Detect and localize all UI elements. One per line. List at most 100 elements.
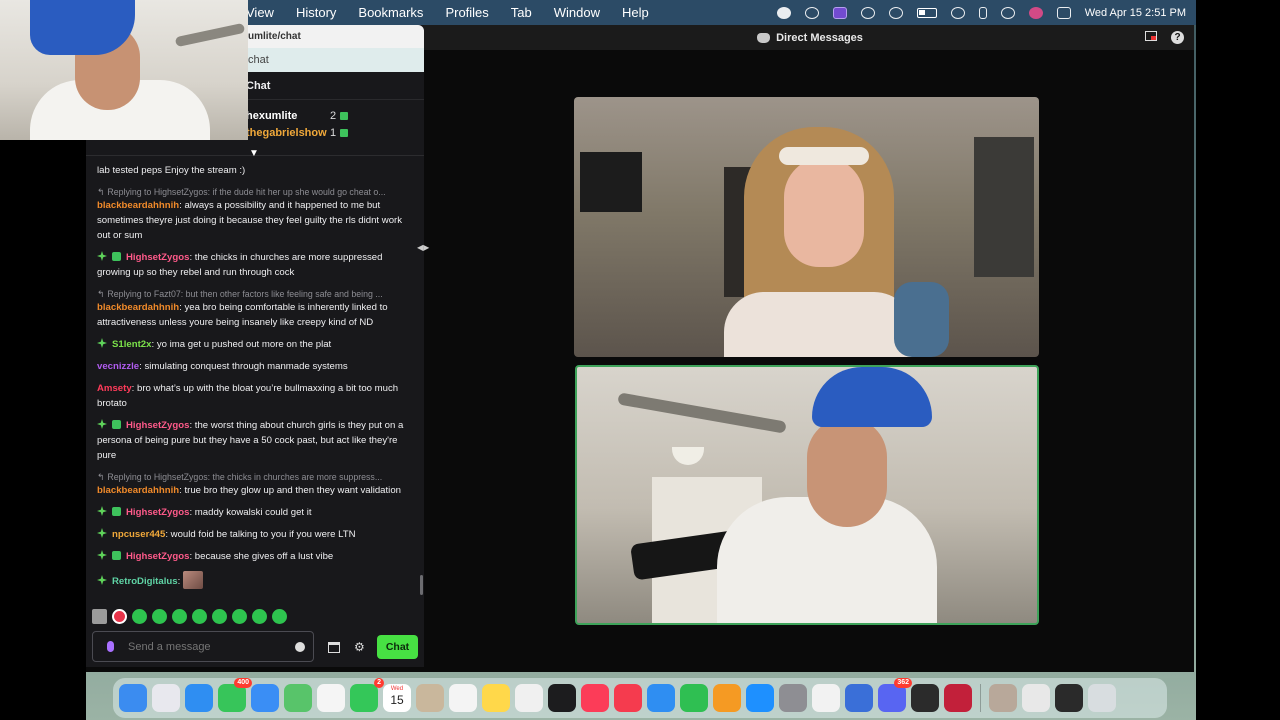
- chat-username[interactable]: HighsetZygos: [126, 507, 189, 518]
- keynote-icon[interactable]: [647, 684, 675, 712]
- chat-username[interactable]: HighsetZygos: [126, 252, 189, 263]
- help-icon[interactable]: ?: [1171, 31, 1184, 44]
- chat-username[interactable]: blackbeardahhnih: [97, 302, 179, 313]
- menu-profiles[interactable]: Profiles: [445, 5, 488, 20]
- chat-username[interactable]: HighsetZygos: [126, 420, 189, 431]
- chat-username[interactable]: blackbeardahhnih: [97, 485, 179, 496]
- freeform-icon[interactable]: [515, 684, 543, 712]
- obs-icon[interactable]: [911, 684, 939, 712]
- folder-thumb-3[interactable]: [1055, 684, 1083, 712]
- status-app-icon[interactable]: [804, 6, 819, 19]
- emoji-icon[interactable]: [295, 641, 305, 652]
- chat-message[interactable]: ↰ Replying to HighsetZygos: the chicks in…: [97, 470, 412, 498]
- chat-message[interactable]: lab tested peps Enjoy the stream :): [97, 163, 412, 178]
- leaderboard-row[interactable]: hexumlite 2: [246, 107, 349, 124]
- chat-scrollbar[interactable]: [420, 575, 423, 595]
- battery-icon[interactable]: [916, 7, 937, 18]
- chat-message[interactable]: vecnizzle: simulating conquest through m…: [97, 359, 412, 374]
- emote-record-icon[interactable]: [112, 609, 127, 624]
- resize-handle-icon[interactable]: ◀▶: [417, 243, 429, 252]
- pages-icon[interactable]: [713, 684, 741, 712]
- messages-icon[interactable]: 400: [218, 678, 252, 712]
- chat-username[interactable]: npcuser445: [112, 529, 165, 540]
- emote-1-icon[interactable]: [132, 609, 147, 624]
- sparkle-badge-icon[interactable]: [97, 575, 107, 585]
- record-icon[interactable]: [776, 6, 791, 19]
- simulator-icon[interactable]: [845, 684, 873, 712]
- chat-message[interactable]: HighsetZygos: the worst thing about chur…: [97, 418, 412, 463]
- folder-thumb-2[interactable]: [1022, 684, 1050, 712]
- sparkle-badge-icon[interactable]: [97, 506, 107, 516]
- emote-2-icon[interactable]: [152, 609, 167, 624]
- emote-6-icon[interactable]: [232, 609, 247, 624]
- chat-input[interactable]: [128, 640, 295, 653]
- trash-icon[interactable]: [1088, 684, 1116, 712]
- image-emote[interactable]: [182, 571, 203, 589]
- tv-icon[interactable]: [548, 684, 576, 712]
- settings-icon[interactable]: [779, 684, 807, 712]
- maps-icon[interactable]: [284, 684, 312, 712]
- chat-username[interactable]: S1lent2x: [112, 339, 151, 350]
- launchpad-icon[interactable]: [152, 684, 180, 712]
- reminders-icon[interactable]: [449, 684, 477, 712]
- emote-4-icon[interactable]: [192, 609, 207, 624]
- menu-view[interactable]: View: [246, 5, 274, 20]
- siri-icon[interactable]: [1028, 6, 1043, 19]
- popout-icon[interactable]: [1145, 31, 1157, 41]
- chat-message[interactable]: S1lent2x: yo ima get u pushed out more o…: [97, 337, 412, 352]
- emote-5-icon[interactable]: [212, 609, 227, 624]
- emote-3-icon[interactable]: [172, 609, 187, 624]
- search-icon[interactable]: [1000, 6, 1015, 19]
- microphone-icon[interactable]: [107, 641, 114, 652]
- menu-bookmarks[interactable]: Bookmarks: [358, 5, 423, 20]
- gift-badge-icon[interactable]: [112, 252, 121, 261]
- sparkle-badge-icon[interactable]: [97, 550, 107, 560]
- contacts-icon[interactable]: [416, 684, 444, 712]
- chat-username[interactable]: vecnizzle: [97, 361, 139, 372]
- chat-username[interactable]: blackbeardahhnih: [97, 200, 179, 211]
- chat-message[interactable]: npcuser445: would foid be talking to you…: [97, 527, 412, 542]
- photos-icon[interactable]: [317, 684, 345, 712]
- finder-icon[interactable]: [119, 684, 147, 712]
- dictionary-icon[interactable]: [944, 684, 972, 712]
- video-tile-remote[interactable]: [574, 97, 1039, 357]
- menu-help[interactable]: Help: [622, 5, 649, 20]
- moon-icon[interactable]: [888, 6, 903, 19]
- chat-message[interactable]: HighsetZygos: the chicks in churches are…: [97, 250, 412, 280]
- notes-icon[interactable]: [482, 684, 510, 712]
- emote-gg-icon[interactable]: [92, 609, 107, 624]
- chat-message[interactable]: RetroDigitalus:: [97, 571, 412, 589]
- safari-icon[interactable]: [185, 684, 213, 712]
- chat-message[interactable]: ↰ Replying to Fazt07: but then other fact…: [97, 287, 412, 330]
- gift-badge-icon[interactable]: [112, 551, 121, 560]
- chat-username[interactable]: Amsety: [97, 383, 132, 394]
- menu-clock[interactable]: Wed Apr 15 2:51 PM: [1085, 7, 1186, 19]
- sparkle-badge-icon[interactable]: [97, 419, 107, 429]
- emote-7-icon[interactable]: [252, 609, 267, 624]
- gear-icon[interactable]: ⚙: [354, 641, 365, 653]
- screen-share-icon[interactable]: [832, 6, 847, 19]
- news-icon[interactable]: [614, 684, 642, 712]
- gift-badge-icon[interactable]: [112, 507, 121, 516]
- music-icon[interactable]: [581, 684, 609, 712]
- sparkle-badge-icon[interactable]: [97, 251, 107, 261]
- chat-username[interactable]: HighsetZygos: [126, 551, 189, 562]
- facetime-icon[interactable]: 2: [350, 678, 384, 712]
- numbers-icon[interactable]: [680, 684, 708, 712]
- folder-thumb-1[interactable]: [989, 684, 1017, 712]
- mail-icon[interactable]: [251, 684, 279, 712]
- sparkle-badge-icon[interactable]: [97, 528, 107, 538]
- send-chat-button[interactable]: Chat: [377, 635, 418, 659]
- play-icon[interactable]: [860, 6, 875, 19]
- store-icon[interactable]: [328, 642, 340, 653]
- collapse-leaderboard-icon[interactable]: ▼: [248, 149, 260, 159]
- bluetooth-icon[interactable]: [978, 6, 987, 19]
- chat-message[interactable]: ↰ Replying to HighsetZygos: if the dude h…: [97, 185, 412, 243]
- gift-badge-icon[interactable]: [112, 420, 121, 429]
- chat-message[interactable]: HighsetZygos: maddy kowalski could get i…: [97, 505, 412, 520]
- control-center-icon[interactable]: [1056, 6, 1071, 19]
- menu-tab[interactable]: Tab: [511, 5, 532, 20]
- sparkle-badge-icon[interactable]: [97, 338, 107, 348]
- chat-username[interactable]: RetroDigitalus: [112, 576, 178, 587]
- wifi-icon[interactable]: [950, 6, 965, 19]
